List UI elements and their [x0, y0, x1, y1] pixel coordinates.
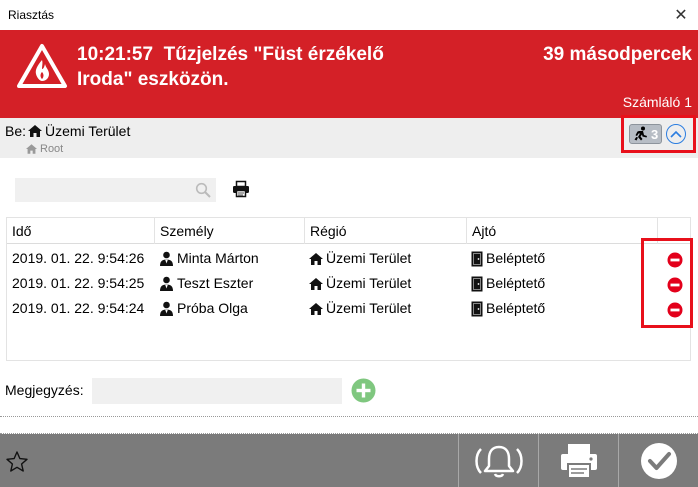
door-icon [471, 251, 483, 266]
alarm-banner: 10:21:57 Tűzjelzés "Füst érzékelő Iroda"… [0, 30, 698, 118]
home-icon [309, 302, 323, 315]
row-door-name: Beléptető [486, 275, 546, 291]
row-door: Beléptető [471, 296, 545, 321]
print-button[interactable] [538, 434, 618, 487]
location-panel: Be: Üzemi Terület Root [0, 118, 698, 158]
search-input[interactable] [15, 178, 216, 202]
person-icon [160, 276, 173, 291]
chevron-up-icon [670, 130, 682, 138]
printer-icon [560, 443, 597, 479]
footer-toolbar [0, 434, 698, 487]
row-region-name: Üzemi Terület [326, 275, 412, 291]
search-icon[interactable] [195, 182, 211, 198]
home-icon [28, 125, 43, 137]
row-door: Beléptető [471, 271, 545, 296]
title-bar: Riasztás ✕ [0, 0, 698, 30]
alarm-bell-icon [474, 445, 523, 477]
print-icon[interactable] [232, 180, 250, 198]
column-header-door[interactable]: Ajtó [467, 218, 658, 244]
alarm-time: 10:21:57 [77, 44, 154, 65]
column-header-region[interactable]: Régió [305, 218, 467, 244]
home-icon [26, 144, 37, 154]
remove-icon[interactable] [667, 252, 683, 268]
row-person-name: Teszt Eszter [177, 275, 254, 291]
collapse-button[interactable] [666, 124, 687, 144]
favorite-star-icon[interactable] [5, 450, 29, 474]
row-person-name: Próba Olga [177, 300, 248, 316]
remove-icon[interactable] [667, 277, 683, 293]
alarm-bell-button[interactable] [458, 434, 538, 487]
location-prefix: Be: [5, 123, 27, 139]
person-icon [160, 251, 173, 266]
row-door: Beléptető [471, 246, 545, 271]
alarm-counter: Számláló 1 [622, 94, 692, 110]
table-row[interactable]: 2019. 01. 22. 9:54:26 Minta Márton Üzemi… [7, 246, 690, 271]
events-table: Idő Személy Régió Ajtó 2019. 01. 22. 9:5… [6, 217, 691, 361]
location-path: Be: Üzemi Terület [5, 123, 130, 139]
home-icon [309, 252, 323, 265]
row-time: 2019. 01. 22. 9:54:24 [12, 300, 145, 316]
window-title: Riasztás [8, 8, 55, 22]
row-door-name: Beléptető [486, 300, 546, 316]
close-icon[interactable]: ✕ [670, 4, 692, 26]
confirm-check-icon [640, 442, 677, 479]
alarm-window: Riasztás ✕ 10:21:57 Tűzjelzés "Füst érzé… [0, 0, 698, 487]
location-area[interactable]: Üzemi Terület [45, 123, 130, 139]
row-door-name: Beléptető [486, 250, 546, 266]
confirm-button[interactable] [618, 434, 698, 487]
fire-warning-icon [17, 44, 67, 88]
occupancy-badge[interactable]: 3 [629, 124, 663, 144]
column-header-person[interactable]: Személy [155, 218, 305, 244]
row-region-name: Üzemi Terület [326, 300, 412, 316]
root-label[interactable]: Root [40, 143, 63, 155]
root-breadcrumb: Root [26, 143, 63, 155]
remove-actions-highlight [641, 238, 693, 328]
person-icon [160, 301, 173, 316]
note-label: Megjegyzés: [5, 382, 84, 398]
occupancy-highlight: 3 [621, 115, 696, 153]
add-note-icon[interactable] [351, 378, 376, 403]
table-header: Idő Személy Régió Ajtó [7, 218, 690, 244]
occupancy-count: 3 [651, 126, 659, 142]
row-person: Teszt Eszter [159, 271, 253, 296]
elapsed-seconds: 39 másodpercek [543, 44, 692, 65]
row-time: 2019. 01. 22. 9:54:25 [12, 275, 145, 291]
divider [0, 416, 698, 434]
table-row[interactable]: 2019. 01. 22. 9:54:25 Teszt Eszter Üzemi… [7, 271, 690, 296]
note-input[interactable] [92, 378, 342, 404]
row-person: Minta Márton [159, 246, 259, 271]
row-time: 2019. 01. 22. 9:54:26 [12, 250, 145, 266]
row-region-name: Üzemi Terület [326, 250, 412, 266]
row-region: Üzemi Terület [309, 246, 411, 271]
remove-icon[interactable] [667, 302, 683, 318]
alarm-message: 10:21:57 Tűzjelzés "Füst érzékelő Iroda"… [77, 42, 437, 92]
column-header-time[interactable]: Idő [7, 218, 155, 244]
row-region: Üzemi Terület [309, 296, 411, 321]
row-region: Üzemi Terület [309, 271, 411, 296]
row-person-name: Minta Márton [177, 250, 259, 266]
running-person-icon [634, 126, 647, 141]
table-row[interactable]: 2019. 01. 22. 9:54:24 Próba Olga Üzemi T… [7, 296, 690, 321]
row-person: Próba Olga [159, 296, 248, 321]
door-icon [471, 301, 483, 316]
home-icon [309, 277, 323, 290]
door-icon [471, 276, 483, 291]
